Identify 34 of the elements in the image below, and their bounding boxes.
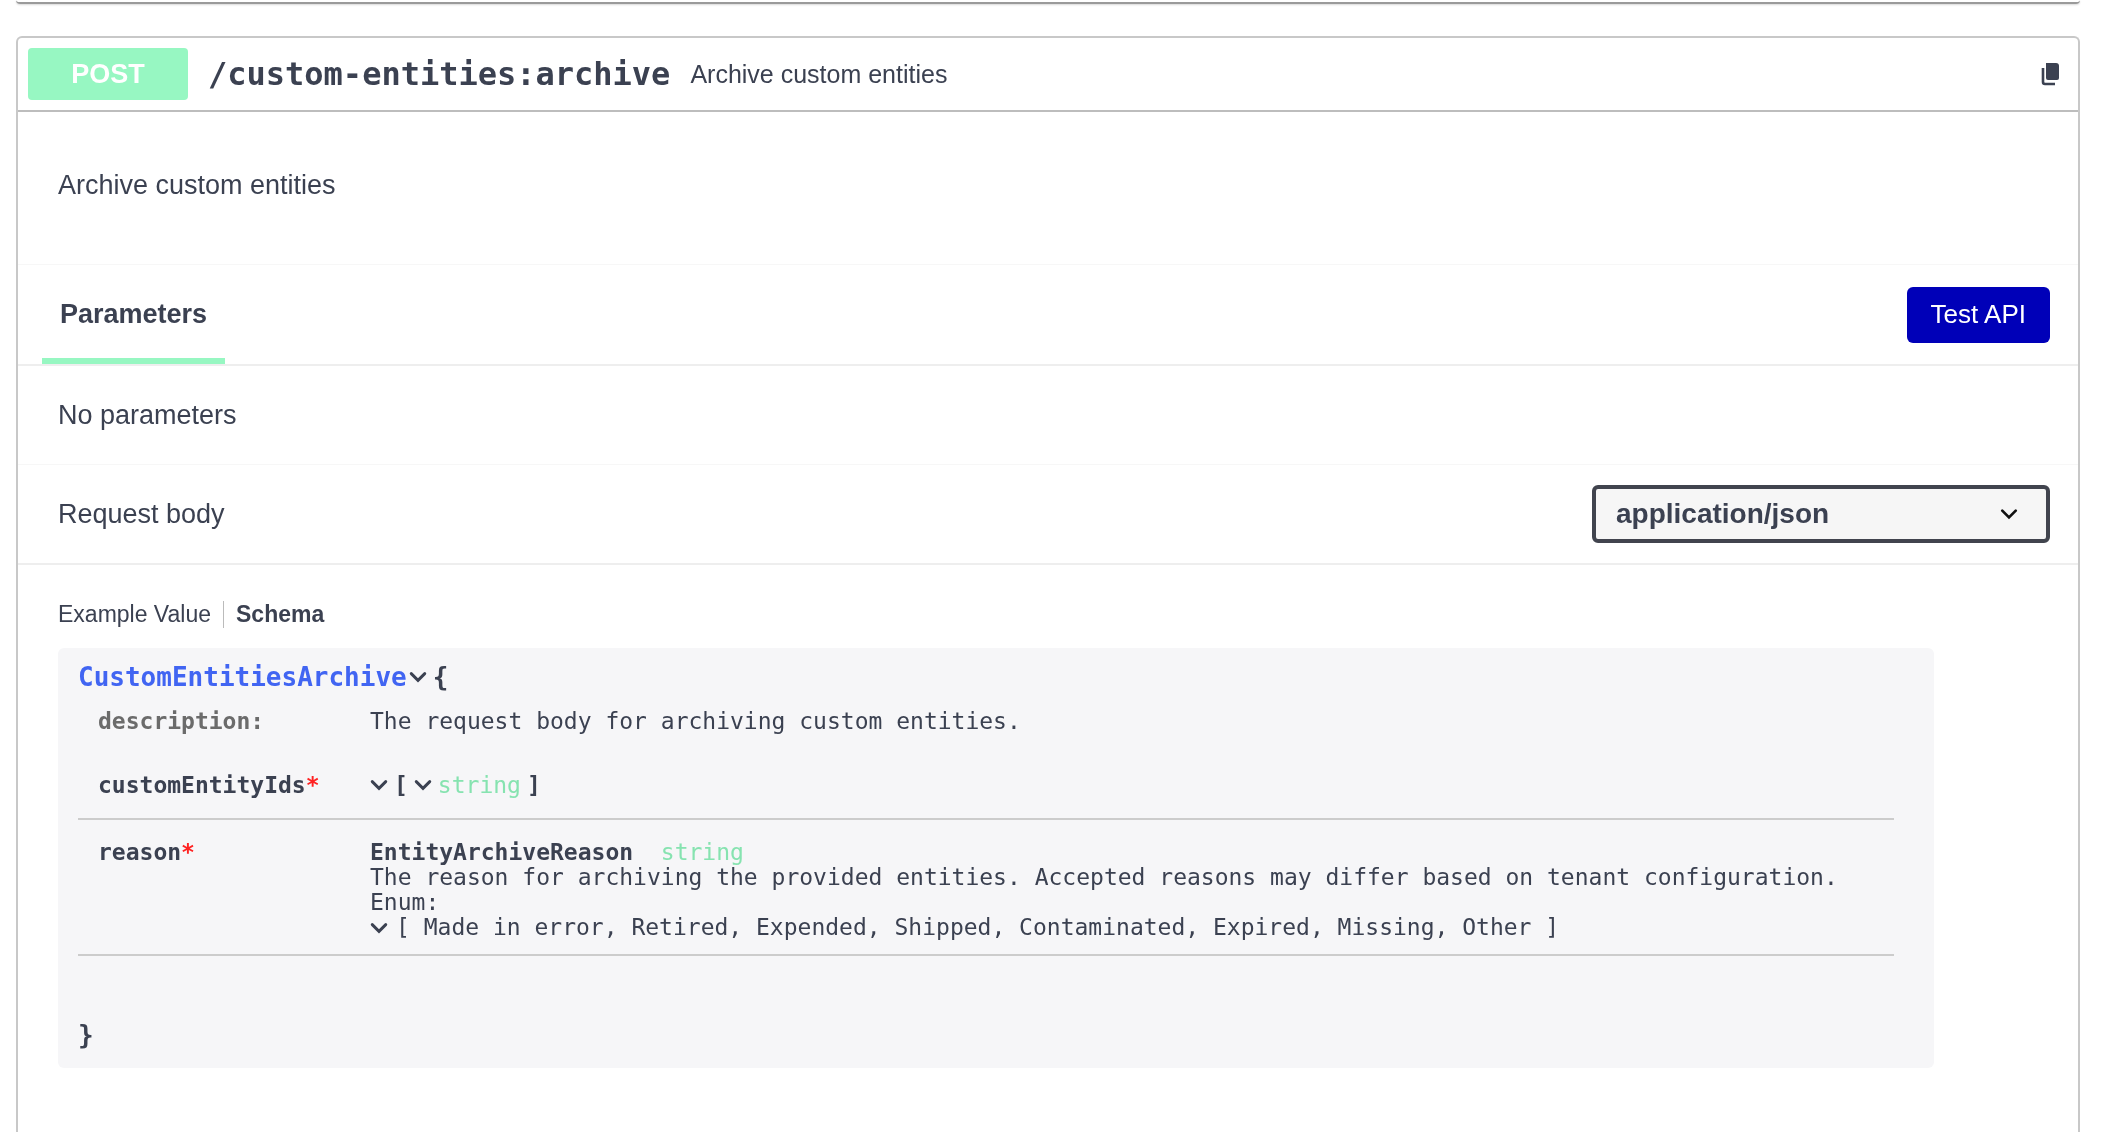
property-name: customEntityIds: [98, 772, 306, 798]
property-type: string: [660, 839, 744, 865]
chevron-down-icon: [2000, 508, 2018, 520]
parameters-tab[interactable]: Parameters: [42, 271, 226, 364]
enum-values: [ Made in error, Retired, Expended, Shipped, Contaminated, Expired, Missing, Other ]: [396, 915, 1560, 940]
endpoint-summary: Archive custom entities: [690, 59, 948, 89]
example-tab[interactable]: Example Value: [58, 601, 224, 628]
method-badge: POST: [28, 48, 188, 100]
request-body-label: Request body: [58, 498, 225, 530]
parameters-message: No parameters: [18, 366, 2078, 465]
model-reference: EntityArchiveReason: [370, 839, 634, 865]
copy-icon[interactable]: [2040, 62, 2060, 86]
enum-label: Enum:: [370, 890, 441, 915]
test-api-button[interactable]: Test API: [1906, 286, 2050, 343]
endpoint-path: /custom-entities:archive: [208, 55, 671, 93]
property-value: The request body for archiving custom entities.: [370, 708, 1021, 734]
chevron-down-icon[interactable]: [370, 779, 388, 791]
property-name: description:: [98, 708, 266, 734]
example-tab[interactable]: Schema: [224, 601, 337, 628]
property-type: string: [437, 772, 521, 798]
brace: }: [78, 1020, 95, 1050]
model-name[interactable]: CustomEntitiesArchive: [78, 662, 407, 692]
bracket: [: [394, 772, 408, 798]
content-type-select[interactable]: application/json: [1592, 485, 2050, 543]
chevron-down-icon[interactable]: [408, 671, 427, 683]
property-name: reason: [98, 839, 182, 865]
chevron-down-icon[interactable]: [413, 779, 432, 791]
chevron-down-icon[interactable]: [370, 921, 388, 934]
property-description: The reason for archiving the provided entities. Accepted reasons may differ based on tenant configuration.: [370, 865, 1838, 890]
required-mark: *: [181, 839, 195, 865]
bracket: ]: [526, 772, 541, 798]
required-mark: *: [305, 772, 320, 798]
operation-description: Archive custom entities: [57, 169, 337, 202]
brace: {: [432, 662, 449, 692]
